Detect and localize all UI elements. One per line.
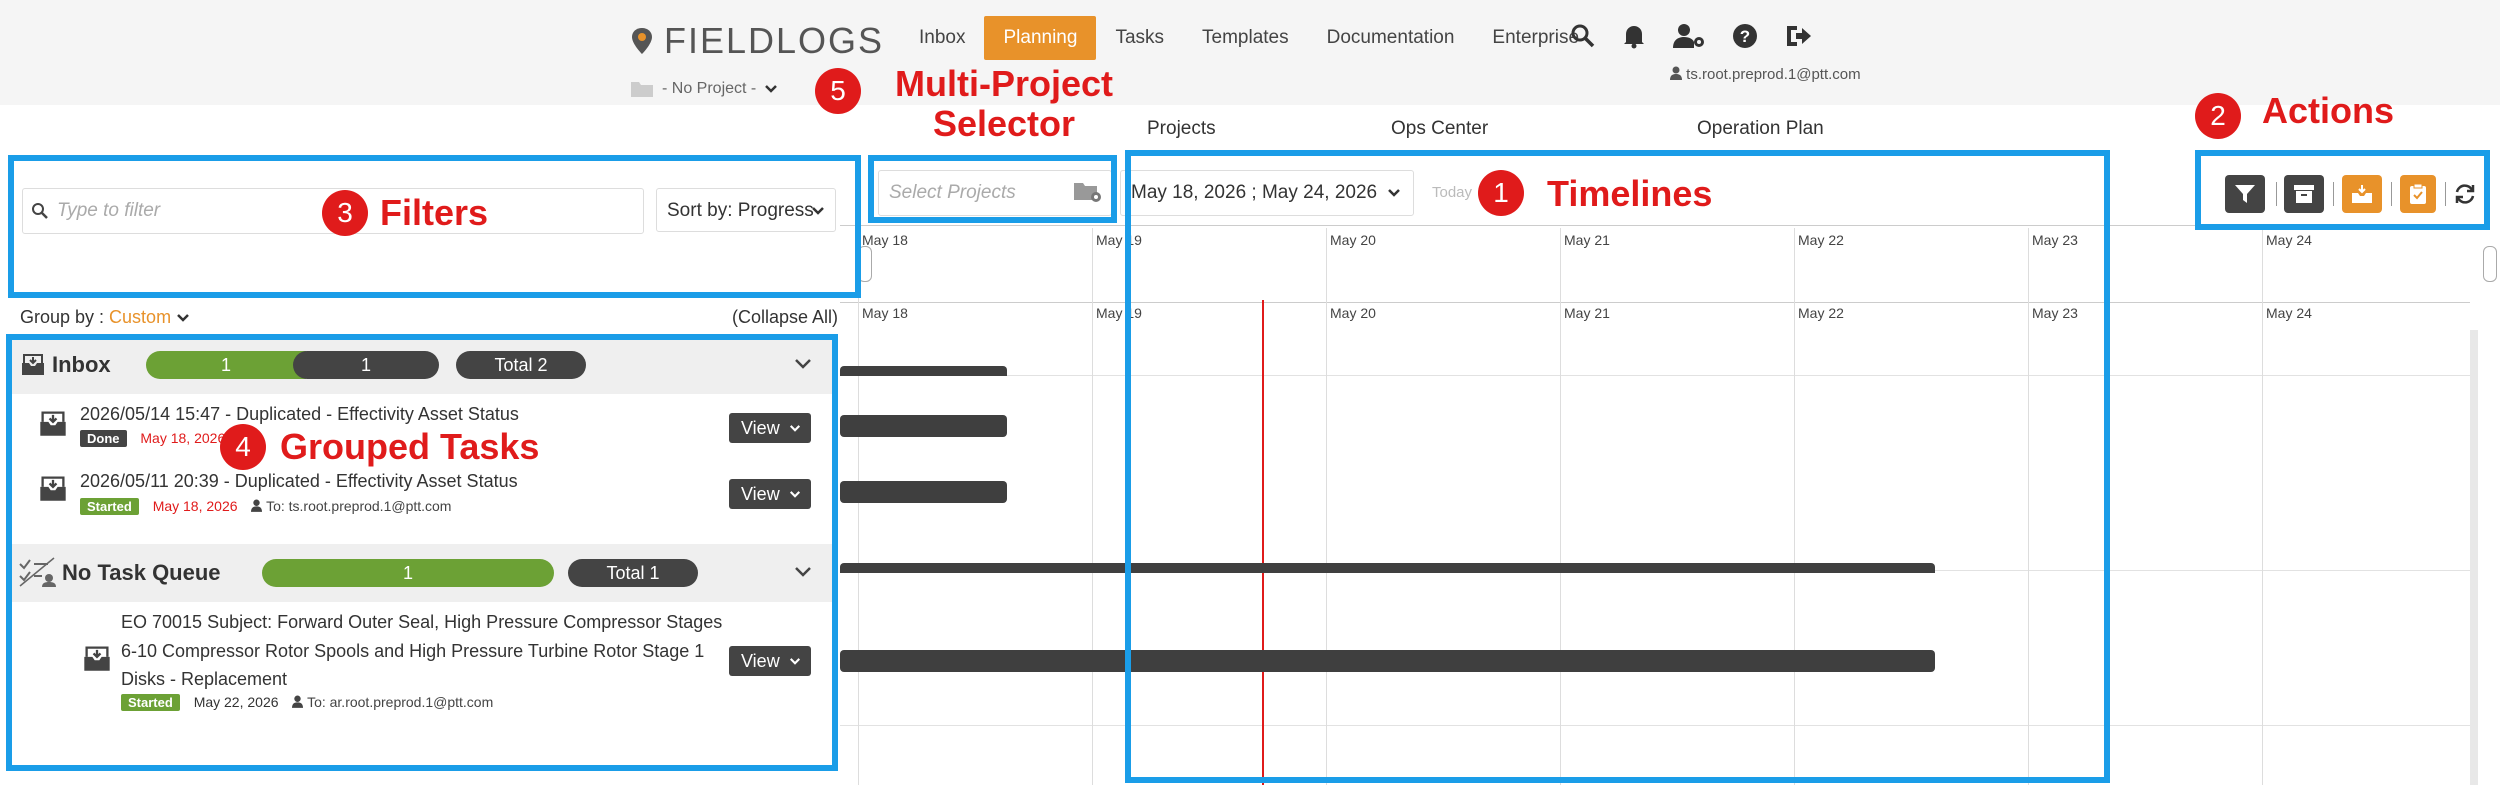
bell-icon[interactable] — [1622, 23, 1646, 49]
timeline-scroll-handle-right[interactable] — [2483, 246, 2497, 282]
folder-icon — [631, 82, 653, 97]
annotation-number: 1 — [1478, 170, 1524, 216]
day-gridline — [1092, 228, 1093, 785]
logout-icon[interactable] — [1784, 23, 1812, 49]
task-bar[interactable] — [840, 415, 1007, 437]
annotation-number: 5 — [815, 68, 861, 114]
annotation-box-grouped-tasks — [6, 334, 838, 771]
header-icons: ? — [1570, 22, 1812, 50]
help-icon[interactable]: ? — [1732, 23, 1758, 49]
group-by-value: Custom — [109, 307, 172, 327]
day-gridline — [858, 228, 859, 785]
svg-text:?: ? — [1740, 27, 1750, 46]
vertical-scrollbar[interactable] — [2470, 330, 2478, 785]
annotation-box-actions — [2195, 150, 2490, 230]
annotation-label: Actions — [2262, 90, 2395, 131]
search-icon[interactable] — [1570, 23, 1596, 49]
project-selector-label: - No Project - — [662, 80, 757, 97]
current-user[interactable]: ts.root.preprod.1@ptt.com — [1670, 66, 1861, 83]
user-email: ts.root.preprod.1@ptt.com — [1686, 66, 1861, 83]
task-bar[interactable] — [840, 481, 1007, 503]
day-label: May 18 — [862, 305, 908, 321]
nav-tasks[interactable]: Tasks — [1096, 16, 1183, 60]
app-logo[interactable]: FIELDLOGS — [630, 20, 884, 62]
chevron-down-icon — [765, 85, 778, 93]
user-settings-icon[interactable] — [1672, 22, 1706, 50]
annotation-label: Filters — [380, 192, 489, 233]
group-by-label: Group by : — [20, 307, 110, 327]
annotation-label: Multi-Project Selector — [894, 63, 1113, 144]
main-nav: Inbox Planning Tasks Templates Documenta… — [900, 16, 1598, 60]
day-label: May 24 — [2266, 305, 2312, 321]
group-by-dropdown[interactable]: Group by : Custom — [20, 307, 190, 328]
collapse-all-link[interactable]: (Collapse All) — [732, 307, 838, 328]
subnav-operation-plan[interactable]: Operation Plan — [1697, 118, 1824, 140]
nav-planning[interactable]: Planning — [984, 16, 1097, 60]
subnav-ops-center[interactable]: Ops Center — [1391, 118, 1488, 140]
annotation-label: Grouped Tasks — [280, 426, 540, 467]
user-icon — [1670, 66, 1682, 80]
annotation-box-timelines — [1125, 150, 2110, 783]
annotation-number: 2 — [2195, 93, 2241, 139]
annotation-label: Timelines — [1547, 173, 1713, 214]
nav-templates[interactable]: Templates — [1183, 16, 1308, 60]
nav-documentation[interactable]: Documentation — [1308, 16, 1474, 60]
chevron-down-icon — [177, 314, 189, 322]
annotation-number: 3 — [322, 190, 368, 236]
day-label: May 24 — [2266, 232, 2312, 248]
nav-inbox[interactable]: Inbox — [900, 16, 984, 60]
task-bar[interactable] — [840, 366, 1007, 376]
annotation-box-multi-project — [868, 155, 1117, 223]
day-gridline — [2262, 228, 2263, 785]
no-project-dropdown[interactable]: - No Project - — [630, 80, 778, 98]
subnav-projects[interactable]: Projects — [1147, 118, 1216, 140]
logo-text: FIELDLOGS — [664, 20, 885, 61]
location-pin-icon — [632, 28, 652, 54]
annotation-number: 4 — [220, 424, 266, 470]
day-label: May 18 — [862, 232, 908, 248]
